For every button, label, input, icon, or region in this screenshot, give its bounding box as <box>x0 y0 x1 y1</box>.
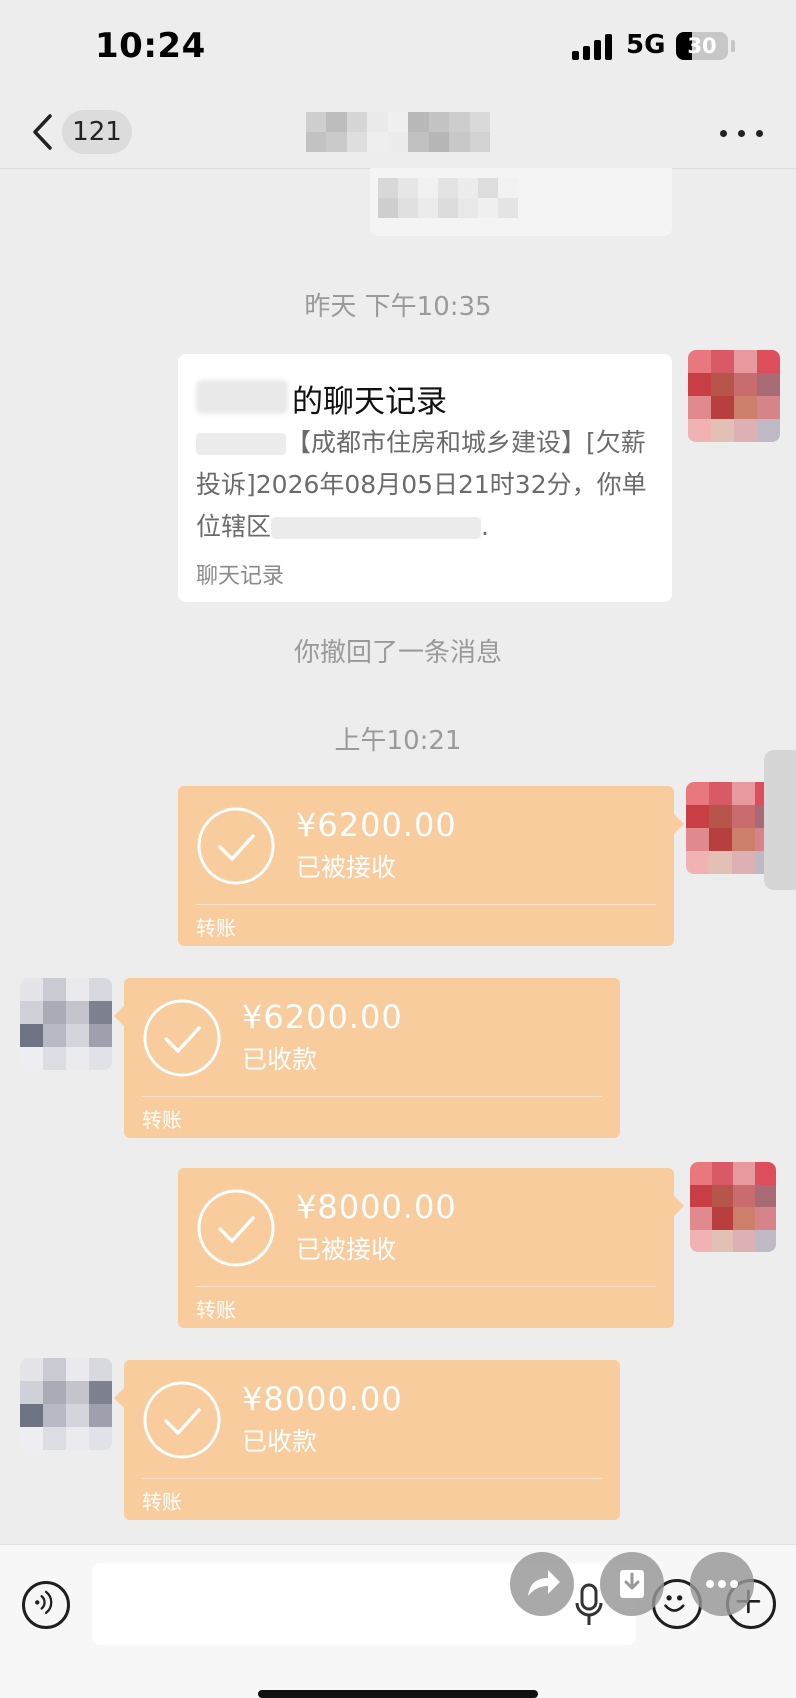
timestamp: 上午10:21 <box>334 726 462 756</box>
recall-notice: 你撤回了一条消息 <box>293 638 502 668</box>
transfer-status: 已被接收 <box>296 1235 397 1264</box>
check-circle-icon <box>143 999 221 1077</box>
transfer-status: 已收款 <box>242 1427 318 1456</box>
divider <box>196 904 656 905</box>
my-avatar[interactable] <box>690 1162 776 1252</box>
chat-record-card[interactable]: 的聊天记录 【成都市住房和城乡建设】[欠薪投诉]2026年08月05日21时32… <box>178 354 672 602</box>
transfer-label: 转账 <box>196 916 236 940</box>
voice-icon <box>35 1590 53 1615</box>
bubble-tail <box>674 814 684 834</box>
transfer-label: 转账 <box>196 1298 236 1322</box>
my-avatar[interactable] <box>688 350 780 442</box>
divider <box>196 1286 656 1287</box>
check-circle-icon <box>197 1189 275 1267</box>
redacted-text <box>271 517 482 539</box>
bubble-tail <box>114 1006 124 1026</box>
record-title: 的聊天记录 <box>292 384 447 420</box>
input-bar <box>0 1544 796 1698</box>
status-time: 10:24 <box>95 26 206 66</box>
transfer-message[interactable]: ¥6200.00 已被接收 转账 <box>178 786 684 946</box>
transfer-label: 转账 <box>142 1490 182 1514</box>
partial-bubble <box>764 750 796 890</box>
transfer-amount: ¥6200.00 <box>242 998 403 1036</box>
transfer-status: 已被接收 <box>296 853 397 882</box>
timestamp: 昨天 下午10:35 <box>304 292 492 322</box>
transfer-status: 已收款 <box>242 1045 318 1074</box>
unread-count-badge: 121 <box>62 110 132 154</box>
more-button[interactable] <box>690 1552 754 1616</box>
quoted-message-fragment <box>370 168 672 236</box>
chevron-left-icon <box>33 114 52 150</box>
transfer-message[interactable]: ¥8000.00 已被接收 转账 <box>178 1168 684 1328</box>
signal-icon <box>572 34 614 60</box>
divider <box>142 1478 602 1479</box>
share-arrow-icon <box>528 1570 560 1596</box>
save-button[interactable] <box>600 1552 664 1616</box>
download-icon <box>620 1570 644 1598</box>
transfer-message[interactable]: ¥8000.00 已收款 转账 <box>114 1360 620 1520</box>
network-label: 5G <box>626 30 666 60</box>
redacted-name <box>196 380 288 414</box>
redacted-text <box>196 433 286 455</box>
battery-icon: 30 <box>676 32 728 60</box>
status-bar: 10:24 5G 30 <box>0 0 796 96</box>
check-circle-icon <box>143 1381 221 1459</box>
record-body: 【成都市住房和城乡建设】[欠薪投诉]2026年08月05日21时32分，你单位辖… <box>196 422 658 548</box>
transfer-amount: ¥8000.00 <box>296 1188 457 1226</box>
share-button[interactable] <box>510 1552 574 1616</box>
record-footer-label: 聊天记录 <box>196 564 285 589</box>
transfer-amount: ¥6200.00 <box>296 806 457 844</box>
ellipsis-icon <box>706 1580 738 1588</box>
transfer-label: 转账 <box>142 1108 182 1132</box>
divider <box>142 1096 602 1097</box>
bubble-tail <box>114 1388 124 1408</box>
battery-level: 30 <box>687 34 717 58</box>
home-indicator <box>258 1690 538 1698</box>
contact-avatar[interactable] <box>20 978 112 1070</box>
chat-screen: 10:24 5G 30 121 昨天 下午10:35 的聊天记录 【成都市住房和… <box>0 0 796 1698</box>
back-button[interactable]: 121 <box>26 106 136 158</box>
bubble-tail <box>674 1196 684 1216</box>
more-options-button[interactable] <box>718 118 766 148</box>
voice-input-button[interactable] <box>22 1581 70 1629</box>
check-circle-icon <box>197 807 275 885</box>
pixelated-content <box>378 178 518 218</box>
battery-tip <box>731 40 735 52</box>
record-body-end: . <box>481 512 489 541</box>
transfer-message[interactable]: ¥6200.00 已收款 转账 <box>114 978 620 1138</box>
transfer-amount: ¥8000.00 <box>242 1380 403 1418</box>
chat-title-pixelated <box>306 112 490 152</box>
contact-avatar[interactable] <box>20 1358 112 1450</box>
nav-bar: 121 <box>0 96 796 169</box>
